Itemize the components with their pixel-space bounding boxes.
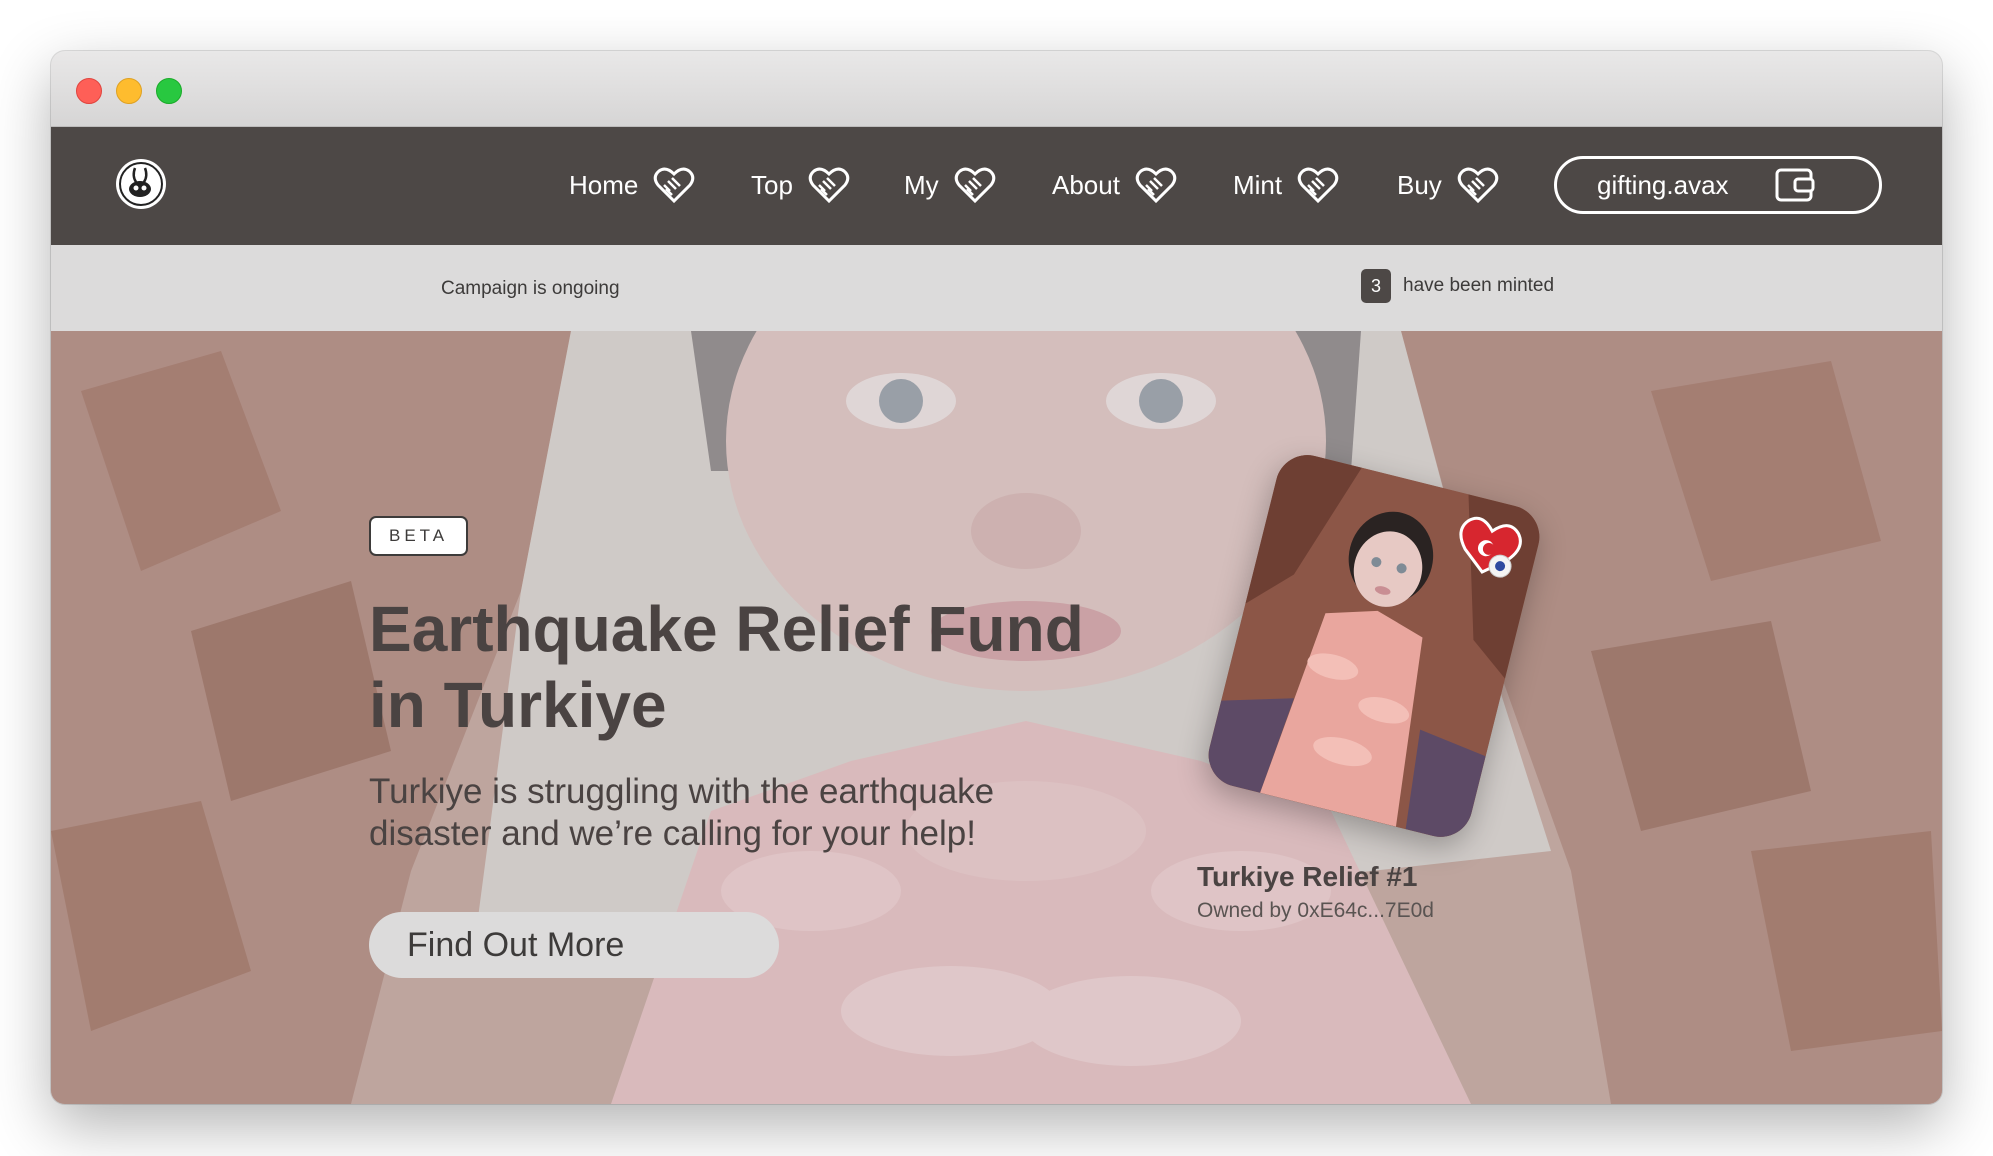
nav-my-label: My xyxy=(904,169,939,200)
wallet-label: gifting.avax xyxy=(1597,170,1729,200)
nav-mint-label: Mint xyxy=(1233,169,1283,200)
heart-handshake-icon xyxy=(954,167,995,204)
window-titlebar xyxy=(51,51,1942,127)
bunny-logo-icon[interactable] xyxy=(116,159,166,209)
nav-top[interactable]: Top xyxy=(751,163,851,207)
campaign-status: Campaign is ongoing xyxy=(441,278,620,299)
wallet-icon xyxy=(1775,168,1815,202)
nav-about-label: About xyxy=(1052,169,1120,200)
nav-buy-label: Buy xyxy=(1397,169,1442,200)
minimize-window-button[interactable] xyxy=(116,78,142,104)
site-navbar: Home Top My About Mint Buy gifting.avax xyxy=(51,127,1942,245)
hero-subtitle: Turkiye is struggling with the earthquak… xyxy=(369,772,995,853)
nav-home-label: Home xyxy=(569,169,639,200)
nav-my[interactable]: My xyxy=(904,163,997,207)
nav-mint[interactable]: Mint xyxy=(1233,163,1340,207)
find-out-more-button[interactable]: Find Out More xyxy=(369,912,779,978)
wallet-button[interactable]: gifting.avax xyxy=(1554,156,1882,214)
maximize-window-button[interactable] xyxy=(156,78,182,104)
heart-handshake-icon xyxy=(1457,167,1499,204)
hero-section: BETA Earthquake Relief Fund in Turkiye T… xyxy=(51,331,1942,1104)
nft-title[interactable]: Turkiye Relief #1 xyxy=(1197,861,1417,893)
minted-label: have been minted xyxy=(1403,275,1555,296)
close-window-button[interactable] xyxy=(76,78,102,104)
minted-count-badge: 3 xyxy=(1361,269,1391,303)
nav-home[interactable]: Home xyxy=(569,163,696,207)
nft-owner: Owned by 0xE64c...7E0d xyxy=(1197,899,1434,922)
campaign-status-bar: Campaign is ongoing 3 have been minted xyxy=(51,245,1942,331)
minted-counter: 3 have been minted xyxy=(1361,269,1554,303)
beta-badge: BETA xyxy=(369,516,469,556)
nav-top-label: Top xyxy=(751,169,793,200)
heart-handshake-icon xyxy=(654,167,695,204)
browser-window: Home Top My About Mint Buy gifting.avax xyxy=(51,51,1942,1104)
nav-buy[interactable]: Buy xyxy=(1397,163,1500,207)
hero-title: Earthquake Relief Fund in Turkiye xyxy=(369,593,1084,741)
heart-handshake-icon xyxy=(808,167,850,204)
heart-handshake-icon xyxy=(1297,167,1339,204)
heart-handshake-icon xyxy=(1135,167,1177,204)
nav-about[interactable]: About xyxy=(1052,163,1178,207)
